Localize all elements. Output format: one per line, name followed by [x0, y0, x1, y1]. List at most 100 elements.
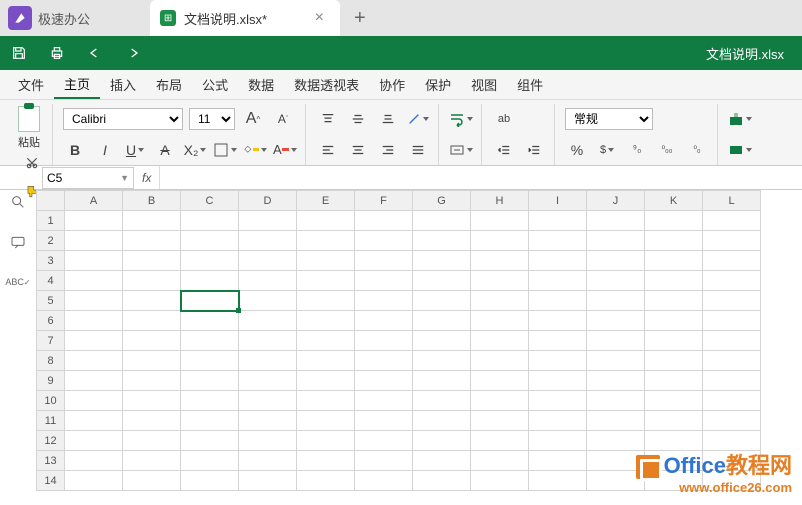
cell-D3[interactable] — [239, 251, 297, 271]
cell-E13[interactable] — [297, 451, 355, 471]
underline-button[interactable]: U — [123, 138, 147, 162]
cell-D10[interactable] — [239, 391, 297, 411]
cell-F4[interactable] — [355, 271, 413, 291]
cell-D6[interactable] — [239, 311, 297, 331]
cell-F6[interactable] — [355, 311, 413, 331]
font-family-select[interactable]: Calibri — [63, 108, 183, 130]
close-tab-icon[interactable]: × — [309, 9, 330, 27]
menu-主页[interactable]: 主页 — [54, 70, 100, 99]
cell-K7[interactable] — [645, 331, 703, 351]
cell-J5[interactable] — [587, 291, 645, 311]
cell-E5[interactable] — [297, 291, 355, 311]
cell-I13[interactable] — [529, 451, 587, 471]
cell-I11[interactable] — [529, 411, 587, 431]
align-right-button[interactable] — [376, 138, 400, 162]
name-box[interactable]: C5 ▼ — [42, 167, 134, 189]
cell-H6[interactable] — [471, 311, 529, 331]
cell-E6[interactable] — [297, 311, 355, 331]
cell-H2[interactable] — [471, 231, 529, 251]
cell-D4[interactable] — [239, 271, 297, 291]
subscript-button[interactable]: X₂ — [183, 138, 207, 162]
cell-E3[interactable] — [297, 251, 355, 271]
cell-D1[interactable] — [239, 211, 297, 231]
cell-H12[interactable] — [471, 431, 529, 451]
cell-I8[interactable] — [529, 351, 587, 371]
align-left-button[interactable] — [316, 138, 340, 162]
decrease-font-button[interactable]: Aˇ — [271, 107, 295, 131]
cell-E4[interactable] — [297, 271, 355, 291]
cell-D12[interactable] — [239, 431, 297, 451]
cell-F1[interactable] — [355, 211, 413, 231]
cell-L7[interactable] — [703, 331, 761, 351]
cell-J10[interactable] — [587, 391, 645, 411]
menu-协作[interactable]: 协作 — [369, 71, 415, 98]
cell-E8[interactable] — [297, 351, 355, 371]
cell-L3[interactable] — [703, 251, 761, 271]
cell-J1[interactable] — [587, 211, 645, 231]
cell-J6[interactable] — [587, 311, 645, 331]
cell-D8[interactable] — [239, 351, 297, 371]
cell-J11[interactable] — [587, 411, 645, 431]
column-header-L[interactable]: L — [703, 191, 761, 211]
cell-K6[interactable] — [645, 311, 703, 331]
cell-K8[interactable] — [645, 351, 703, 371]
row-header-1[interactable]: 1 — [37, 211, 65, 231]
cell-H7[interactable] — [471, 331, 529, 351]
spellcheck-button[interactable]: ABC✓ — [8, 272, 28, 292]
column-header-F[interactable]: F — [355, 191, 413, 211]
merge-cells-button[interactable] — [449, 138, 473, 162]
cell-F7[interactable] — [355, 331, 413, 351]
orientation-button[interactable] — [406, 107, 430, 131]
cell-E9[interactable] — [297, 371, 355, 391]
cell-I1[interactable] — [529, 211, 587, 231]
spreadsheet-grid[interactable]: ABCDEFGHIJKL1234567891011121314 — [36, 190, 802, 505]
justify-button[interactable] — [406, 138, 430, 162]
cell-K10[interactable] — [645, 391, 703, 411]
cell-K5[interactable] — [645, 291, 703, 311]
strikethrough-button[interactable]: A — [153, 138, 177, 162]
cell-F11[interactable] — [355, 411, 413, 431]
cell-C4[interactable] — [181, 271, 239, 291]
cell-D11[interactable] — [239, 411, 297, 431]
column-header-K[interactable]: K — [645, 191, 703, 211]
cell-D5[interactable] — [239, 291, 297, 311]
row-header-3[interactable]: 3 — [37, 251, 65, 271]
undo-button[interactable] — [76, 36, 114, 70]
column-header-G[interactable]: G — [413, 191, 471, 211]
menu-数据透视表[interactable]: 数据透视表 — [284, 71, 369, 98]
increase-font-button[interactable]: A^ — [241, 107, 265, 131]
cell-C5[interactable] — [181, 291, 239, 311]
cell-A5[interactable] — [65, 291, 123, 311]
cell-C11[interactable] — [181, 411, 239, 431]
cell-L14[interactable] — [703, 471, 761, 491]
cell-J2[interactable] — [587, 231, 645, 251]
cell-B3[interactable] — [123, 251, 181, 271]
comment-button[interactable] — [8, 232, 28, 252]
cell-C1[interactable] — [181, 211, 239, 231]
cell-B2[interactable] — [123, 231, 181, 251]
cell-D14[interactable] — [239, 471, 297, 491]
cell-I10[interactable] — [529, 391, 587, 411]
cell-L8[interactable] — [703, 351, 761, 371]
cell-C3[interactable] — [181, 251, 239, 271]
cell-H8[interactable] — [471, 351, 529, 371]
cell-F12[interactable] — [355, 431, 413, 451]
cell-C6[interactable] — [181, 311, 239, 331]
column-header-E[interactable]: E — [297, 191, 355, 211]
cell-B14[interactable] — [123, 471, 181, 491]
cell-L9[interactable] — [703, 371, 761, 391]
cell-H5[interactable] — [471, 291, 529, 311]
cell-J13[interactable] — [587, 451, 645, 471]
redo-button[interactable] — [114, 36, 152, 70]
cell-L1[interactable] — [703, 211, 761, 231]
fx-icon[interactable]: fx — [134, 166, 160, 189]
increase-indent-button[interactable] — [522, 138, 546, 162]
cell-J9[interactable] — [587, 371, 645, 391]
row-header-4[interactable]: 4 — [37, 271, 65, 291]
cell-I3[interactable] — [529, 251, 587, 271]
cell-L2[interactable] — [703, 231, 761, 251]
cell-K14[interactable] — [645, 471, 703, 491]
cell-F14[interactable] — [355, 471, 413, 491]
cell-G12[interactable] — [413, 431, 471, 451]
cell-A11[interactable] — [65, 411, 123, 431]
